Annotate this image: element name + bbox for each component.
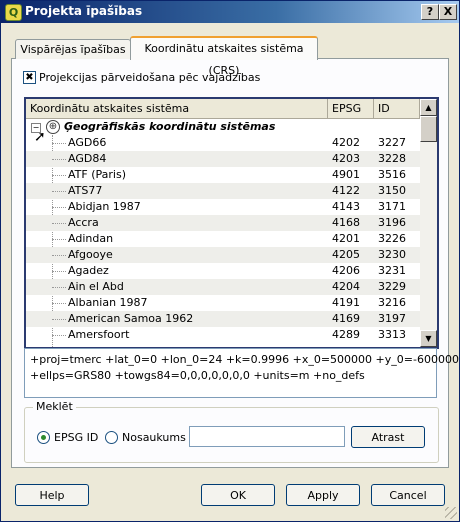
crs-id: 3216 (378, 296, 406, 309)
resize-grip-icon[interactable] (445, 507, 457, 519)
ok-button[interactable]: OK (201, 484, 275, 506)
crs-epsg: 4202 (332, 136, 360, 149)
title-bar[interactable]: Q Projekta īpašības ? X (1, 1, 459, 23)
crs-name: Agadez (68, 264, 109, 277)
crs-name: ATS77 (68, 184, 103, 197)
tree-connector (52, 175, 66, 176)
crs-row[interactable]: AGD66 4202 3227 (26, 135, 420, 151)
crs-row[interactable]: ATS77 4122 3150 (26, 183, 420, 199)
scroll-thumb[interactable] (420, 116, 437, 142)
crs-row[interactable]: Albanian 1987 4191 3216 (26, 295, 420, 311)
crs-row[interactable]: American Samoa 1962 4169 3197 (26, 311, 420, 327)
crs-name: AGD84 (68, 152, 107, 165)
tree-connector (52, 191, 66, 192)
crs-id: 3227 (378, 136, 406, 149)
tree-connector (52, 287, 66, 288)
epsg-id-label: EPSG ID (54, 431, 99, 444)
search-legend: Meklēt (33, 400, 76, 413)
crs-row[interactable]: Accra 4168 3196 (26, 215, 420, 231)
project-properties-window: Q Projekta īpašības ? X Vispārējas īpašī… (0, 0, 460, 522)
name-label: Nosaukums (122, 431, 186, 444)
crs-id: 3229 (378, 280, 406, 293)
find-button[interactable]: Atrast (351, 426, 425, 448)
apply-button[interactable]: Apply (286, 484, 360, 506)
help-titlebar-button[interactable]: ? (421, 4, 439, 20)
crs-epsg: 4204 (332, 280, 360, 293)
crs-name: Albanian 1987 (68, 296, 148, 309)
geographic-crs-group[interactable]: − ⊕ Ģeogrāfiskās koordinātu sistēmas ➚ (26, 119, 420, 145)
reprojection-label: Projekcijas pārveidošana pēc vajadzības (39, 71, 261, 84)
name-radio[interactable] (105, 431, 118, 444)
window-title: Projekta īpašības (25, 4, 143, 18)
proj-definition-text[interactable]: +proj=tmerc +lat_0=0 +lon_0=24 +k=0.9996… (24, 348, 459, 398)
crs-name: Accra (68, 216, 99, 229)
crs-id: 3150 (378, 184, 406, 197)
crs-row[interactable]: Afgooye 4205 3230 (26, 247, 420, 263)
qgis-app-icon: Q (5, 4, 22, 21)
crs-row[interactable]: Abidjan 1987 4143 3171 (26, 199, 420, 215)
crs-row[interactable]: Adindan 4201 3226 (26, 231, 420, 247)
tree-connector (52, 255, 66, 256)
tab-crs[interactable]: Koordinātu atskaites sistēma (CRS) (130, 36, 318, 77)
search-input[interactable] (189, 426, 345, 447)
crs-row[interactable]: AGD84 4203 3228 (26, 151, 420, 167)
crs-epsg: 4168 (332, 216, 360, 229)
column-header-crs[interactable]: Koordinātu atskaites sistēma (26, 99, 328, 119)
crs-name: Amersfoort (68, 328, 130, 341)
crs-name: Ain el Abd (68, 280, 124, 293)
globe-icon: ⊕ (46, 120, 60, 134)
crs-id: 3226 (378, 232, 406, 245)
crs-name: AGD66 (68, 136, 107, 149)
scroll-up-icon[interactable]: ▲ (420, 99, 437, 116)
crs-epsg: 4169 (332, 312, 360, 325)
column-header-epsg[interactable]: EPSG (328, 99, 374, 119)
tab-general-properties[interactable]: Vispārējas īpašības (15, 39, 131, 59)
crs-epsg: 4203 (332, 152, 360, 165)
vertical-scrollbar[interactable]: ▲ ▼ (420, 99, 437, 347)
tree-connector (52, 319, 66, 320)
tree-connector (52, 207, 66, 208)
group-label: Ģeogrāfiskās koordinātu sistēmas (64, 120, 276, 133)
crs-row[interactable]: ATF (Paris) 4901 3516 (26, 167, 420, 183)
crs-id: 3230 (378, 248, 406, 261)
tree-connector (52, 159, 66, 160)
crs-epsg: 4206 (332, 264, 360, 277)
crs-row[interactable]: Amersfoort 4289 3313 (26, 327, 420, 343)
crs-epsg: 4191 (332, 296, 360, 309)
crs-id: 3171 (378, 200, 406, 213)
crs-name: ATF (Paris) (68, 168, 126, 181)
scroll-down-icon[interactable]: ▼ (420, 330, 437, 347)
crs-name: Afgooye (68, 248, 113, 261)
crs-id: 3196 (378, 216, 406, 229)
reprojection-checkbox[interactable]: ✖ (23, 71, 36, 84)
crs-name: Abidjan 1987 (68, 200, 141, 213)
crs-id: 3516 (378, 168, 406, 181)
column-header-id[interactable]: ID (374, 99, 420, 119)
crs-tree-view[interactable]: Koordinātu atskaites sistēma EPSG ID − ⊕… (24, 97, 439, 349)
crs-epsg: 4143 (332, 200, 360, 213)
crs-row[interactable]: Agadez 4206 3231 (26, 263, 420, 279)
tree-connector (52, 223, 66, 224)
crs-name: Adindan (68, 232, 114, 245)
crs-id: 3231 (378, 264, 406, 277)
close-icon[interactable]: X (439, 4, 457, 20)
crs-epsg: 4201 (332, 232, 360, 245)
crs-row[interactable]: Ain el Abd 4204 3229 (26, 279, 420, 295)
crs-epsg: 4901 (332, 168, 360, 181)
crs-epsg: 4205 (332, 248, 360, 261)
crs-name: American Samoa 1962 (68, 312, 194, 325)
crs-id: 3228 (378, 152, 406, 165)
tree-connector (52, 143, 66, 144)
crs-epsg: 4122 (332, 184, 360, 197)
crs-epsg: 4289 (332, 328, 360, 341)
tree-connector (52, 335, 66, 336)
crs-id: 3197 (378, 312, 406, 325)
tree-connector (52, 303, 66, 304)
help-button[interactable]: Help (15, 484, 89, 506)
crs-id: 3313 (378, 328, 406, 341)
tree-connector (52, 239, 66, 240)
cancel-button[interactable]: Cancel (371, 484, 445, 506)
radio-selected-dot (41, 435, 46, 440)
tree-connector (52, 271, 66, 272)
